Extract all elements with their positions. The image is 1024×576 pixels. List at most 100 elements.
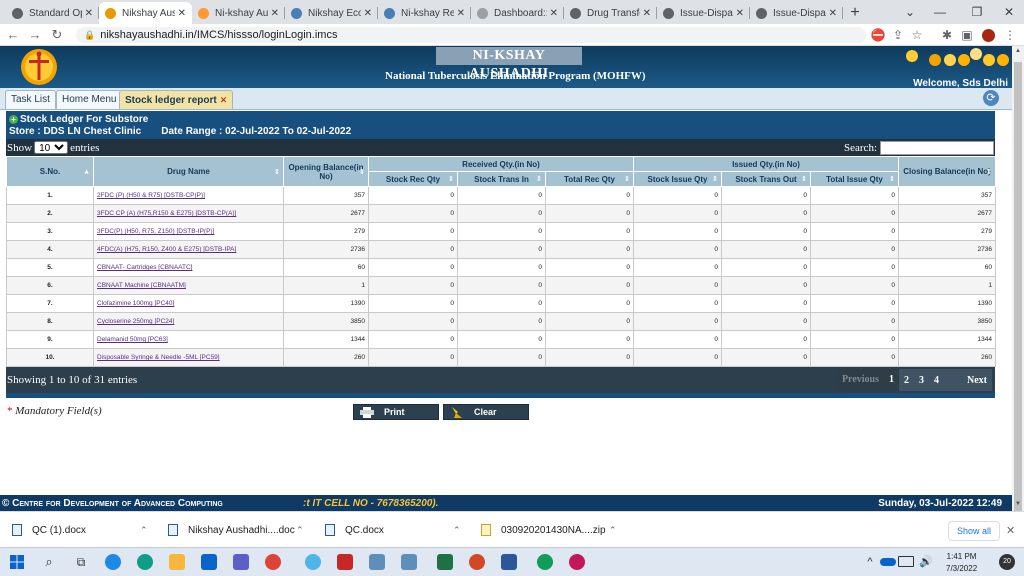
page-scrollbar[interactable]: ▲ ▼ bbox=[1012, 46, 1024, 514]
browser-menu-icon[interactable]: ⋮ bbox=[1002, 27, 1018, 43]
browser-tab[interactable]: Nikshay Ecosy✕ bbox=[285, 2, 378, 24]
url-input[interactable]: 🔒 nikshayaushadhi.in/IMCS/hissso/loginLo… bbox=[76, 27, 866, 43]
close-tab-icon[interactable]: ✕ bbox=[829, 8, 837, 19]
logout-icon[interactable] bbox=[997, 54, 1009, 66]
drug-name-link[interactable]: Clofazimine 100mg [PC40] bbox=[93, 294, 284, 313]
tab-search-icon[interactable]: ⌄ bbox=[895, 0, 925, 24]
pagination-next[interactable]: Next bbox=[962, 375, 992, 386]
home-icon[interactable] bbox=[929, 54, 941, 66]
entries-select[interactable]: 10 bbox=[34, 141, 69, 154]
notification-icon[interactable] bbox=[958, 54, 970, 66]
back-icon[interactable]: ← bbox=[2, 24, 24, 46]
tab-stock-ledger-report[interactable]: Stock ledger report ✕ bbox=[119, 90, 234, 109]
download-item[interactable]: 030920201430NA....zip ⌃ bbox=[481, 520, 626, 540]
display-icon[interactable] bbox=[898, 556, 914, 567]
taskbar-excel-icon[interactable] bbox=[437, 554, 453, 570]
refresh-icon[interactable]: ⟳ bbox=[983, 90, 999, 106]
taskbar-app-icon[interactable] bbox=[401, 554, 417, 570]
taskbar-app-icon[interactable] bbox=[369, 554, 385, 570]
download-item[interactable]: Nikshay Aushadhi....doc ⌃ bbox=[168, 520, 313, 540]
pagination-page-4[interactable]: 4 bbox=[929, 375, 944, 386]
close-window-icon[interactable]: ✕ bbox=[994, 0, 1024, 24]
drug-name-link[interactable]: 4FDC(A) (H75, R150, Z400 & E275) [DSTB-I… bbox=[93, 240, 284, 259]
taskbar-app-icon[interactable] bbox=[337, 554, 353, 570]
maximize-icon[interactable]: ❐ bbox=[962, 0, 992, 24]
extensions-icon[interactable]: ✱ bbox=[939, 27, 955, 43]
close-tab-icon[interactable]: ✕ bbox=[364, 8, 372, 19]
taskbar-powerpoint-icon[interactable] bbox=[469, 554, 485, 570]
taskbar-app-icon[interactable] bbox=[305, 554, 321, 570]
tab-home-menu[interactable]: Home Menu bbox=[56, 90, 123, 109]
onedrive-icon[interactable] bbox=[880, 558, 896, 566]
scroll-thumb[interactable] bbox=[1014, 62, 1022, 514]
reload-icon[interactable]: ↻ bbox=[46, 24, 68, 46]
chevron-up-icon[interactable]: ⌃ bbox=[609, 525, 617, 536]
taskbar-word-icon[interactable] bbox=[501, 554, 517, 570]
notification-badge[interactable]: 20 bbox=[999, 554, 1015, 570]
browser-tab[interactable]: Ni-kshay Aust✕ bbox=[192, 2, 285, 24]
taskbar-outlook-icon[interactable] bbox=[201, 554, 217, 570]
scroll-down-icon[interactable]: ▼ bbox=[1012, 501, 1024, 511]
drug-name-link[interactable]: 2FDC (P) (H50 & R75) [DSTB-CP(P)] bbox=[93, 186, 284, 205]
browser-tab[interactable]: Nikshay Aush✕ bbox=[99, 2, 192, 24]
close-tab-icon[interactable]: ✕ bbox=[220, 95, 228, 105]
scroll-up-icon[interactable]: ▲ bbox=[1012, 48, 1024, 58]
close-tab-icon[interactable]: ✕ bbox=[178, 8, 186, 19]
close-tab-icon[interactable]: ✕ bbox=[550, 8, 558, 19]
col-closing-balance[interactable]: Closing Balance(in No) ⇕ bbox=[898, 156, 996, 187]
taskbar-ie-icon[interactable] bbox=[105, 554, 121, 570]
taskbar-chrome-icon[interactable] bbox=[265, 554, 281, 570]
drug-name-link[interactable]: CBNAAT- Cartridges [CBNAATC] bbox=[93, 258, 284, 277]
close-tab-icon[interactable]: ✕ bbox=[643, 8, 651, 19]
taskbar-chrome-icon[interactable] bbox=[537, 554, 553, 570]
forward-icon[interactable]: → bbox=[24, 24, 46, 46]
browser-tab[interactable]: Ni-kshay Repo✕ bbox=[378, 2, 471, 24]
col-drug-name[interactable]: Drug Name ⇕ bbox=[93, 156, 284, 187]
col-opening-balance[interactable]: Opening Balance(in No) ⇕ bbox=[283, 156, 369, 187]
drug-name-link[interactable]: CBNAAT Machine [CBNAATM] bbox=[93, 276, 284, 295]
pagination-page-3[interactable]: 3 bbox=[914, 375, 929, 386]
col-stock-issue-qty[interactable]: Stock Issue Qty ⇕ bbox=[633, 171, 722, 187]
col-total-issue-qty[interactable]: Total Issue Qty ⇕ bbox=[810, 171, 899, 187]
download-item[interactable]: QC.docx ⌃ bbox=[325, 520, 470, 540]
profile-avatar-icon[interactable] bbox=[980, 27, 996, 43]
drug-name-link[interactable]: Disposable Syringe & Needle -5ML [PC59] bbox=[93, 348, 284, 367]
pagination-previous[interactable]: Previous bbox=[836, 369, 884, 391]
pagination-page-1[interactable]: 1 bbox=[884, 369, 899, 391]
taskbar-app-icon[interactable] bbox=[569, 554, 585, 570]
col-sno[interactable]: S.No. ▲ bbox=[6, 156, 94, 187]
chevron-up-icon[interactable]: ⌃ bbox=[140, 525, 148, 536]
chevron-up-icon[interactable]: ⌃ bbox=[453, 525, 461, 536]
browser-tab[interactable]: Drug Transfer✕ bbox=[564, 2, 657, 24]
col-stock-trans-in[interactable]: Stock Trans In ⇕ bbox=[457, 171, 546, 187]
taskbar-edge-icon[interactable] bbox=[137, 554, 153, 570]
drug-name-link[interactable]: Cycloserine 250mg [PC24] bbox=[93, 312, 284, 331]
windows-start-icon[interactable] bbox=[9, 554, 25, 570]
taskbar-explorer-icon[interactable] bbox=[169, 554, 185, 570]
close-tab-icon[interactable]: ✕ bbox=[85, 8, 93, 19]
show-all-button[interactable]: Show all bbox=[948, 521, 1000, 541]
browser-tab[interactable]: Dashboard::Ni✕ bbox=[471, 2, 564, 24]
close-tab-icon[interactable]: ✕ bbox=[736, 8, 744, 19]
help-icon[interactable] bbox=[970, 48, 982, 60]
lock-icon[interactable]: 🔒 bbox=[84, 30, 95, 41]
clear-button[interactable]: Clear bbox=[443, 404, 529, 420]
drug-name-link[interactable]: Delamanid 50mg [PC63] bbox=[93, 330, 284, 349]
close-tab-icon[interactable]: ✕ bbox=[457, 8, 465, 19]
settings-gear-icon[interactable] bbox=[906, 50, 918, 62]
tray-chevron-up-icon[interactable]: ^ bbox=[862, 554, 878, 570]
expand-plus-icon[interactable]: + bbox=[9, 114, 18, 124]
col-total-rec-qty[interactable]: Total Rec Qty ⇕ bbox=[545, 171, 634, 187]
chevron-up-icon[interactable]: ⌃ bbox=[296, 525, 304, 536]
volume-icon[interactable]: 🔊 bbox=[918, 554, 934, 570]
task-view-icon[interactable]: ⧉ bbox=[73, 554, 89, 570]
browser-tab[interactable]: Issue-Dispatch✕ bbox=[750, 2, 843, 24]
drug-name-link[interactable]: 3FDC CP (A) (H75,R150 & E275) [DSTB-CP(A… bbox=[93, 204, 284, 223]
col-stock-rec-qty[interactable]: Stock Rec Qty ⇕ bbox=[368, 171, 458, 187]
drug-name-link[interactable]: 3FDC(P) (H50, R75, Z150) [DSTB-IP(P)] bbox=[93, 222, 284, 241]
lock-icon[interactable] bbox=[983, 54, 995, 66]
taskbar-teams-icon[interactable] bbox=[233, 554, 249, 570]
side-panel-icon[interactable]: ▣ bbox=[959, 27, 975, 43]
new-tab-button[interactable]: + bbox=[843, 2, 867, 24]
browser-tab[interactable]: Issue-Dispatch✕ bbox=[657, 2, 750, 24]
